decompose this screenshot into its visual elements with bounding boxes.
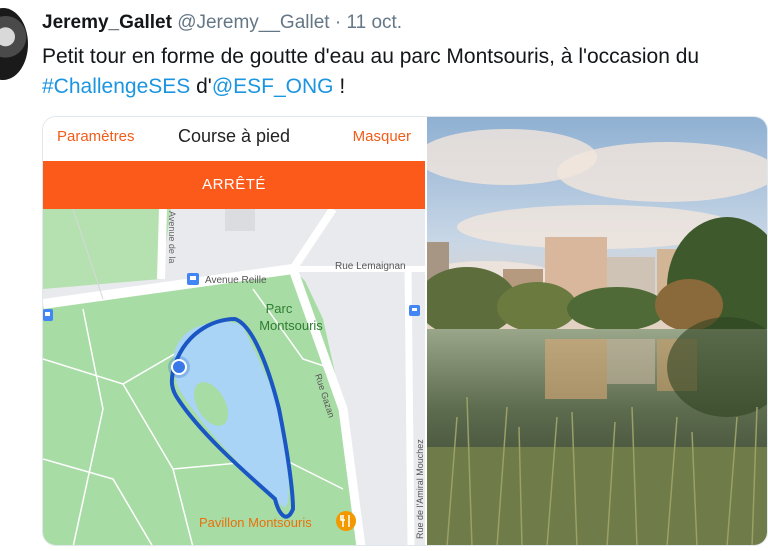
- tweet-text-part2: d': [190, 75, 212, 98]
- media-container[interactable]: Paramètres Course à pied Masquer ARRÊTÉ: [42, 116, 768, 546]
- label-parc: Parc: [266, 301, 293, 316]
- label-montsouris: Montsouris: [259, 318, 323, 333]
- label-rue-amiral: Rue de l'Amiral Mouchez: [415, 439, 425, 539]
- hide-button[interactable]: Masquer: [353, 128, 411, 145]
- tweet-text-part3: !: [333, 75, 346, 98]
- mention-link[interactable]: @ESF_ONG: [212, 75, 334, 98]
- bus-stop-icon: [43, 309, 53, 321]
- avenue-north-road: [157, 209, 167, 280]
- label-pavillon: Pavillon Montsouris: [199, 515, 312, 530]
- tweet-date[interactable]: 11 oct.: [346, 12, 402, 33]
- tweet-text-part1: Petit tour en forme de goutte d'eau au p…: [42, 45, 700, 68]
- display-name[interactable]: Jeremy_Gallet: [42, 12, 172, 33]
- avatar[interactable]: [0, 8, 28, 80]
- building-block: [225, 209, 255, 231]
- user-handle[interactable]: @Jeremy__Gallet: [177, 12, 329, 33]
- label-rue-lemaignan: Rue Lemaignan: [335, 261, 406, 272]
- app-screenshot[interactable]: Paramètres Course à pied Masquer ARRÊTÉ: [43, 117, 425, 546]
- separator-dot: ·: [334, 12, 342, 33]
- tweet-text: Petit tour en forme de goutte d'eau au p…: [42, 42, 758, 102]
- hashtag-link[interactable]: #ChallengeSES: [42, 75, 190, 98]
- label-avenue-reille: Avenue Reille: [205, 275, 267, 286]
- restaurant-pin-icon: [336, 511, 356, 531]
- tweet-header: Jeremy_Gallet @Jeremy__Gallet · 11 oct.: [42, 12, 402, 34]
- app-bar: Paramètres Course à pied Masquer: [43, 117, 425, 161]
- park-area-north: [43, 209, 171, 289]
- label-avenue-partial: Avenue de la: [167, 211, 177, 263]
- bus-stop-icon: [187, 273, 199, 285]
- route-map[interactable]: Avenue Reille Rue Lemaignan Parc Montsou…: [43, 209, 425, 546]
- reeds-base: [427, 447, 767, 545]
- park-photo[interactable]: [427, 117, 768, 546]
- bus-stop-icon: [409, 305, 420, 316]
- status-bar-stopped[interactable]: ARRÊTÉ: [43, 161, 425, 209]
- current-location-marker: [171, 359, 187, 375]
